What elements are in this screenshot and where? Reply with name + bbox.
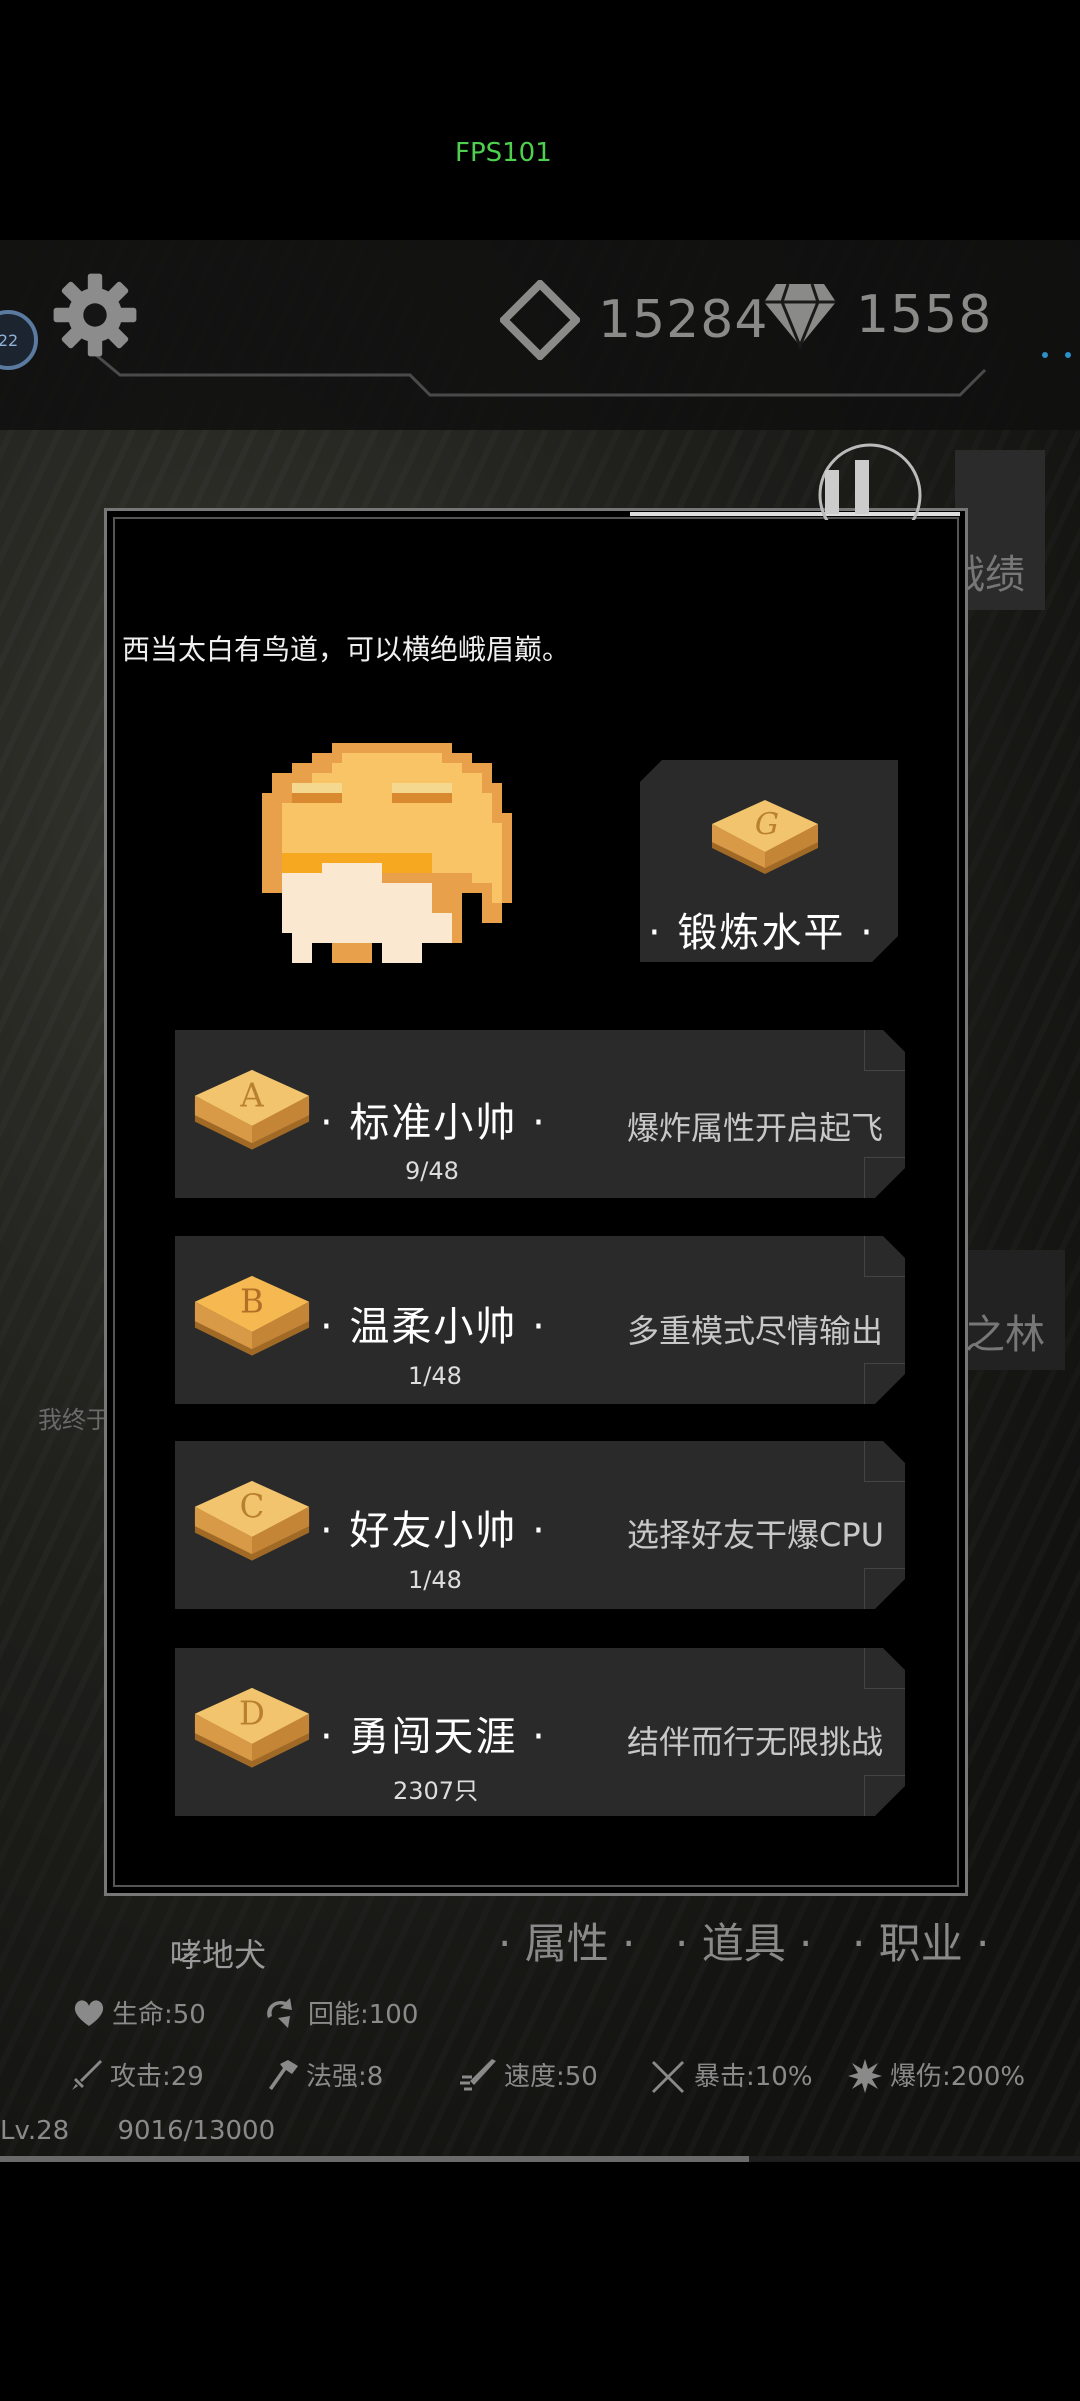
tab-items[interactable]: · 道具 · — [675, 1910, 812, 1971]
side-tab-forest-label: 之林 — [965, 1312, 1045, 1358]
sword-icon — [72, 2059, 102, 2090]
speed-icon — [460, 2058, 496, 2090]
plate-B-icon: B — [194, 1275, 310, 1356]
plate-letter: C — [240, 1488, 265, 1526]
game-screen: { "status": { "fps": "FPS101" }, "header… — [0, 0, 1080, 2401]
tab-attributes[interactable]: · 属性 · — [498, 1910, 635, 1971]
mode-progress-standard: 9/48 — [405, 1157, 459, 1185]
mode-desc-adventure: 结伴而行无限挑战 — [627, 1723, 884, 1761]
stat-speed: 速度:50 — [458, 2056, 598, 2093]
stat-hp-label: 生命:50 — [112, 2000, 206, 2030]
dialog-header-emblem — [630, 443, 960, 520]
crystal-counter: 15284 — [500, 280, 768, 360]
crit-icon — [652, 2060, 684, 2093]
heart-icon — [74, 1999, 104, 2026]
stat-speed-label: 速度:50 — [504, 2062, 598, 2092]
mode-count-adventure: 2307只 — [393, 1777, 479, 1805]
stat-regen: 回能:100 — [262, 1994, 418, 2031]
side-tab-forest[interactable]: 之林 — [955, 1250, 1065, 1370]
stat-critdmg: 爆伤:200% — [846, 2056, 1025, 2093]
dialog-quote: 西当太白有鸟道，可以横绝峨眉巅。 — [122, 633, 571, 666]
plate-D-icon: D — [194, 1687, 310, 1768]
mascot-pixel-art — [262, 743, 512, 963]
burst-icon — [848, 2058, 882, 2093]
forge-title: · 锻炼水平 · — [648, 910, 875, 956]
xp-label: 9016/13000 — [117, 2116, 276, 2146]
mode-title-gentle: · 温柔小帅 · — [320, 1304, 547, 1350]
mode-title-adventure: · 勇闯天涯 · — [320, 1714, 547, 1760]
plate-C-icon: C — [194, 1480, 310, 1561]
stat-magic-label: 法强:8 — [306, 2062, 384, 2092]
settings-gear-icon[interactable] — [50, 270, 140, 360]
plate-letter: B — [240, 1283, 264, 1321]
diamond-counter: 1558 — [762, 280, 992, 350]
avatar-level: 22 — [0, 330, 19, 350]
mode-progress-gentle: 1/48 — [408, 1362, 462, 1390]
staff-icon — [269, 2059, 298, 2090]
mode-desc-friend: 选择好友干爆CPU — [627, 1516, 885, 1554]
left-hint-text: 我终于 — [38, 1406, 110, 1434]
tab-job[interactable]: · 职业 · — [852, 1910, 989, 1971]
plate-A-icon: A — [194, 1069, 310, 1150]
mode-progress-friend: 1/48 — [408, 1566, 462, 1594]
diamond-icon — [764, 283, 836, 350]
stat-critdmg-label: 爆伤:200% — [890, 2062, 1026, 2092]
stat-crit-label: 暴击:10% — [694, 2062, 813, 2092]
diamond-amount: 1558 — [856, 285, 993, 345]
stat-hp: 生命:50 — [72, 1994, 206, 2031]
crystal-icon — [500, 280, 580, 360]
xp-bar-fill — [0, 2156, 749, 2162]
mode-title-standard: · 标准小帅 · — [320, 1100, 547, 1146]
stat-magic: 法强:8 — [266, 2056, 383, 2093]
mode-desc-standard: 爆炸属性开启起飞 — [627, 1109, 884, 1147]
stat-crit: 暴击:10% — [650, 2056, 813, 2093]
mode-title-friend: · 好友小帅 · — [320, 1508, 547, 1554]
regen-icon — [267, 1997, 292, 2028]
pet-name: 哮地犬 — [170, 1936, 267, 1974]
plate-letter: A — [239, 1077, 264, 1115]
level-label: Lv.28 — [0, 2116, 70, 2146]
stat-regen-label: 回能:100 — [308, 2000, 419, 2030]
crystal-amount: 15284 — [598, 290, 769, 350]
mode-desc-gentle: 多重模式尽情输出 — [627, 1312, 884, 1350]
plate-G-icon: G — [712, 800, 818, 874]
plate-letter: D — [239, 1695, 265, 1733]
level-info: Lv.28 9016/13000 — [0, 2116, 275, 2146]
stat-attack-label: 攻击:29 — [110, 2062, 204, 2092]
stat-attack: 攻击:29 — [70, 2056, 204, 2093]
